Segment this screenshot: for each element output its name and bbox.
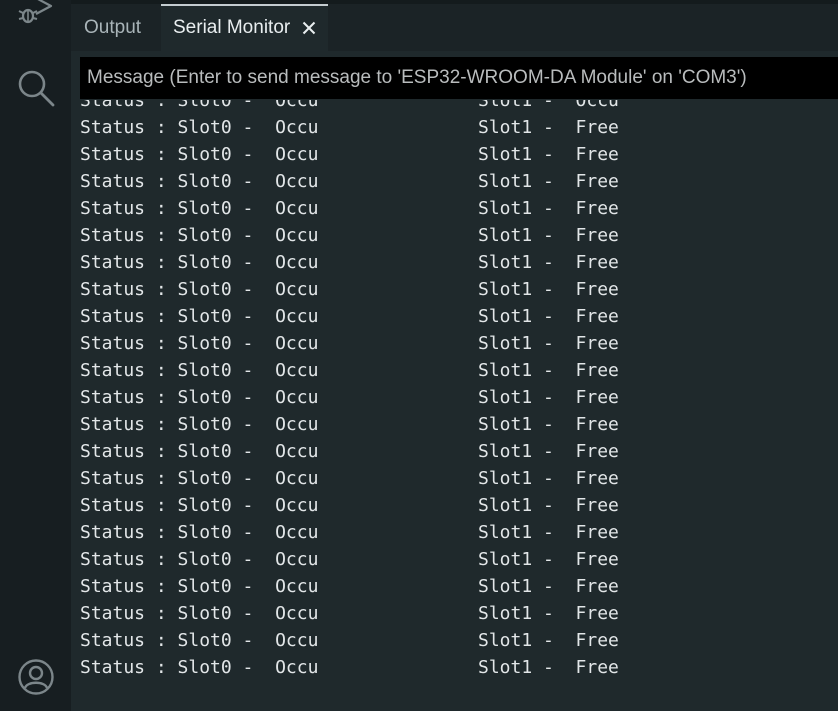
serial-line-slot1: Slot1 - Free [478,360,619,381]
tab-output-label: Output [84,16,142,38]
serial-line-slot0: Status : Slot0 - Occu [80,603,319,624]
account-icon[interactable] [17,658,55,696]
serial-line-slot1: Slot1 - Free [478,333,619,354]
serial-line-slot0: Status : Slot0 - Occu [80,630,319,651]
tab-output[interactable]: Output [84,4,141,51]
message-input[interactable] [80,57,838,99]
serial-line-slot0: Status : Slot0 - Occu [80,414,319,435]
serial-line-slot0: Status : Slot0 - Occu [80,144,319,165]
panel-tab-bar: Output Serial Monitor [71,4,838,51]
serial-line-slot1: Slot1 - Free [478,117,619,138]
serial-line-slot0: Status : Slot0 - Occu [80,522,319,543]
serial-line-slot0: Status : Slot0 - Occu [80,360,319,381]
serial-line-slot1: Slot1 - Free [478,414,619,435]
serial-line-slot1: Slot1 - Free [478,468,619,489]
serial-line-slot1: Slot1 - Free [478,441,619,462]
serial-line-slot0: Status : Slot0 - Occu [80,100,319,111]
serial-line-slot1: Slot1 - Free [478,198,619,219]
serial-line-slot0: Status : Slot0 - Occu [80,306,319,327]
serial-line-slot0: Status : Slot0 - Occu [80,225,319,246]
serial-line-slot0: Status : Slot0 - Occu [80,279,319,300]
serial-line-slot1: Slot1 - Free [478,630,619,651]
serial-line-slot0: Status : Slot0 - Occu [80,117,319,138]
run-debug-icon[interactable] [18,0,56,28]
search-icon[interactable] [16,68,56,108]
serial-line-slot0: Status : Slot0 - Occu [80,549,319,570]
serial-line-slot1: Slot1 - Free [478,576,619,597]
serial-line-slot0: Status : Slot0 - Occu [80,495,319,516]
serial-line-slot0: Status : Slot0 - Occu [80,198,319,219]
serial-line-slot1: Slot1 - Free [478,603,619,624]
serial-monitor-panel: Output Serial Monitor Status : Slot0 - O… [71,0,838,711]
tab-serial-monitor-label: Serial Monitor [173,16,291,38]
serial-line-slot0: Status : Slot0 - Occu [80,171,319,192]
serial-line-slot1: Slot1 - Free [478,306,619,327]
serial-line-slot0: Status : Slot0 - Occu [80,441,319,462]
serial-line-slot1: Slot1 - Free [478,387,619,408]
serial-line-slot1: Slot1 - Free [478,495,619,516]
serial-line-slot1: Slot1 - Free [478,549,619,570]
serial-line-slot0: Status : Slot0 - Occu [80,333,319,354]
serial-line-slot1: Slot1 - Free [478,225,619,246]
serial-line-slot0: Status : Slot0 - Occu [80,468,319,489]
close-icon[interactable] [302,21,316,35]
serial-line-slot0: Status : Slot0 - Occu [80,657,319,678]
serial-line-slot1: Slot1 - Free [478,252,619,273]
activity-bar [0,0,71,711]
serial-line-slot0: Status : Slot0 - Occu [80,387,319,408]
serial-line-slot1: Slot1 - Free [478,522,619,543]
serial-line-slot1: Slot1 - Free [478,657,619,678]
serial-line-slot1: Slot1 - Free [478,171,619,192]
serial-output[interactable]: Status : Slot0 - Occu Slot1 - Occu Status … [71,100,838,711]
serial-line-slot1: Slot1 - Free [478,279,619,300]
tab-serial-monitor[interactable]: Serial Monitor [161,4,329,51]
serial-line-slot0: Status : Slot0 - Occu [80,576,319,597]
serial-line-slot1: Slot1 - Free [478,144,619,165]
serial-line-slot1: Slot1 - Occu [478,100,619,111]
serial-line-slot0: Status : Slot0 - Occu [80,252,319,273]
